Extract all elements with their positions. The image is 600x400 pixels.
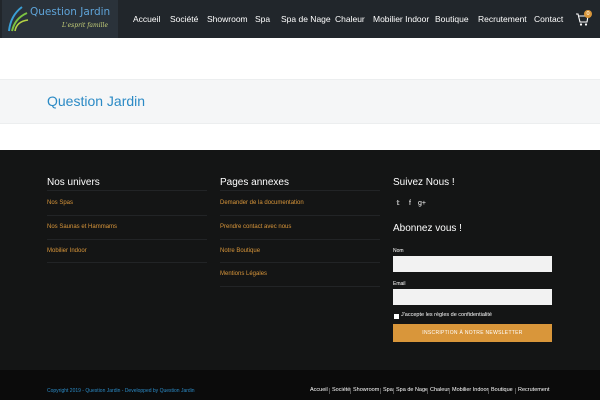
subscribe-title: Abonnez vous ! bbox=[393, 223, 462, 234]
divider bbox=[47, 262, 207, 263]
divider bbox=[220, 239, 380, 240]
bottom-link-mobilier-indoor[interactable]: Mobilier Indoor bbox=[452, 387, 488, 393]
site-header: Question Jardin L'esprit famille Accueil… bbox=[0, 0, 600, 38]
divider bbox=[47, 190, 207, 191]
link-mentions-legales[interactable]: Mentions Légales bbox=[220, 271, 267, 277]
univers-title: Nos univers bbox=[47, 177, 100, 188]
bottom-link-recrutement[interactable]: Recrutement bbox=[518, 387, 550, 393]
separator bbox=[515, 388, 516, 394]
logo-name: Question Jardin bbox=[30, 6, 111, 18]
consent-label: J'accepte les règles de confidentialité bbox=[401, 312, 492, 318]
link-contact[interactable]: Prendre contact avec nous bbox=[220, 224, 291, 230]
divider bbox=[47, 215, 207, 216]
link-documentation[interactable]: Demander de la documentation bbox=[220, 200, 304, 206]
separator bbox=[488, 388, 489, 394]
separator bbox=[427, 388, 428, 394]
newsletter-subscribe-button[interactable]: Inscription à notre newsletter bbox=[393, 324, 552, 342]
bottom-link-spa-de-nage[interactable]: Spa de Nage bbox=[396, 387, 428, 393]
nav-spa-de-nage[interactable]: Spa de Nage bbox=[281, 14, 331, 24]
nav-contact[interactable]: Contact bbox=[534, 14, 563, 24]
consent-checkbox[interactable] bbox=[394, 314, 399, 319]
bottom-bar bbox=[0, 370, 600, 400]
nav-chaleur[interactable]: Chaleur bbox=[335, 14, 365, 24]
nav-showroom[interactable]: Showroom bbox=[207, 14, 248, 24]
nav-boutique[interactable]: Boutique bbox=[435, 14, 469, 24]
link-mobilier-indoor[interactable]: Mobilier Indoor bbox=[47, 248, 87, 254]
bottom-link-chaleur[interactable]: Chaleur bbox=[430, 387, 449, 393]
leaves-icon bbox=[8, 6, 29, 32]
separator bbox=[380, 388, 381, 394]
nav-societe[interactable]: Société bbox=[170, 14, 198, 24]
nav-mobilier-indoor[interactable]: Mobilier Indoor bbox=[373, 14, 429, 24]
divider bbox=[220, 262, 380, 263]
follow-title: Suivez Nous ! bbox=[393, 177, 455, 188]
divider bbox=[220, 190, 380, 191]
separator bbox=[393, 388, 394, 394]
bottom-link-societe[interactable]: Société bbox=[332, 387, 350, 393]
link-saunas-hammams[interactable]: Nos Saunas et Hammams bbox=[47, 224, 117, 230]
separator bbox=[449, 388, 450, 394]
logo-tagline: L'esprit famille bbox=[62, 22, 109, 29]
bottom-link-showroom[interactable]: Showroom bbox=[353, 387, 379, 393]
divider bbox=[47, 239, 207, 240]
divider bbox=[220, 215, 380, 216]
link-boutique[interactable]: Notre Boutique bbox=[220, 248, 260, 254]
bottom-link-spa[interactable]: Spa bbox=[383, 387, 393, 393]
name-label: Nom bbox=[393, 248, 404, 254]
nav-accueil[interactable]: Accueil bbox=[133, 14, 160, 24]
email-label: Email bbox=[393, 281, 406, 287]
nav-recrutement[interactable]: Recrutement bbox=[478, 14, 527, 24]
separator bbox=[329, 388, 330, 394]
page-title-band: Question Jardin bbox=[0, 79, 600, 124]
page-title: Question Jardin bbox=[47, 93, 146, 109]
separator bbox=[350, 388, 351, 394]
google-plus-icon[interactable]: g+ bbox=[417, 199, 427, 209]
bottom-link-accueil[interactable]: Accueil bbox=[310, 387, 328, 393]
site-logo[interactable]: Question Jardin L'esprit famille bbox=[2, 0, 118, 38]
cart-count-badge: 0 bbox=[584, 10, 592, 18]
facebook-icon[interactable]: f bbox=[405, 199, 415, 209]
email-input[interactable] bbox=[393, 289, 552, 305]
divider bbox=[220, 286, 380, 287]
nav-spa[interactable]: Spa bbox=[255, 14, 270, 24]
copyright-text: Copyright 2019 - Question Jardin - Devel… bbox=[47, 388, 195, 394]
annexes-title: Pages annexes bbox=[220, 177, 289, 188]
link-nos-spas[interactable]: Nos Spas bbox=[47, 200, 73, 206]
twitter-icon[interactable]: 𝕥 bbox=[393, 199, 403, 209]
bottom-link-boutique[interactable]: Boutique bbox=[491, 387, 513, 393]
name-input[interactable] bbox=[393, 256, 552, 272]
